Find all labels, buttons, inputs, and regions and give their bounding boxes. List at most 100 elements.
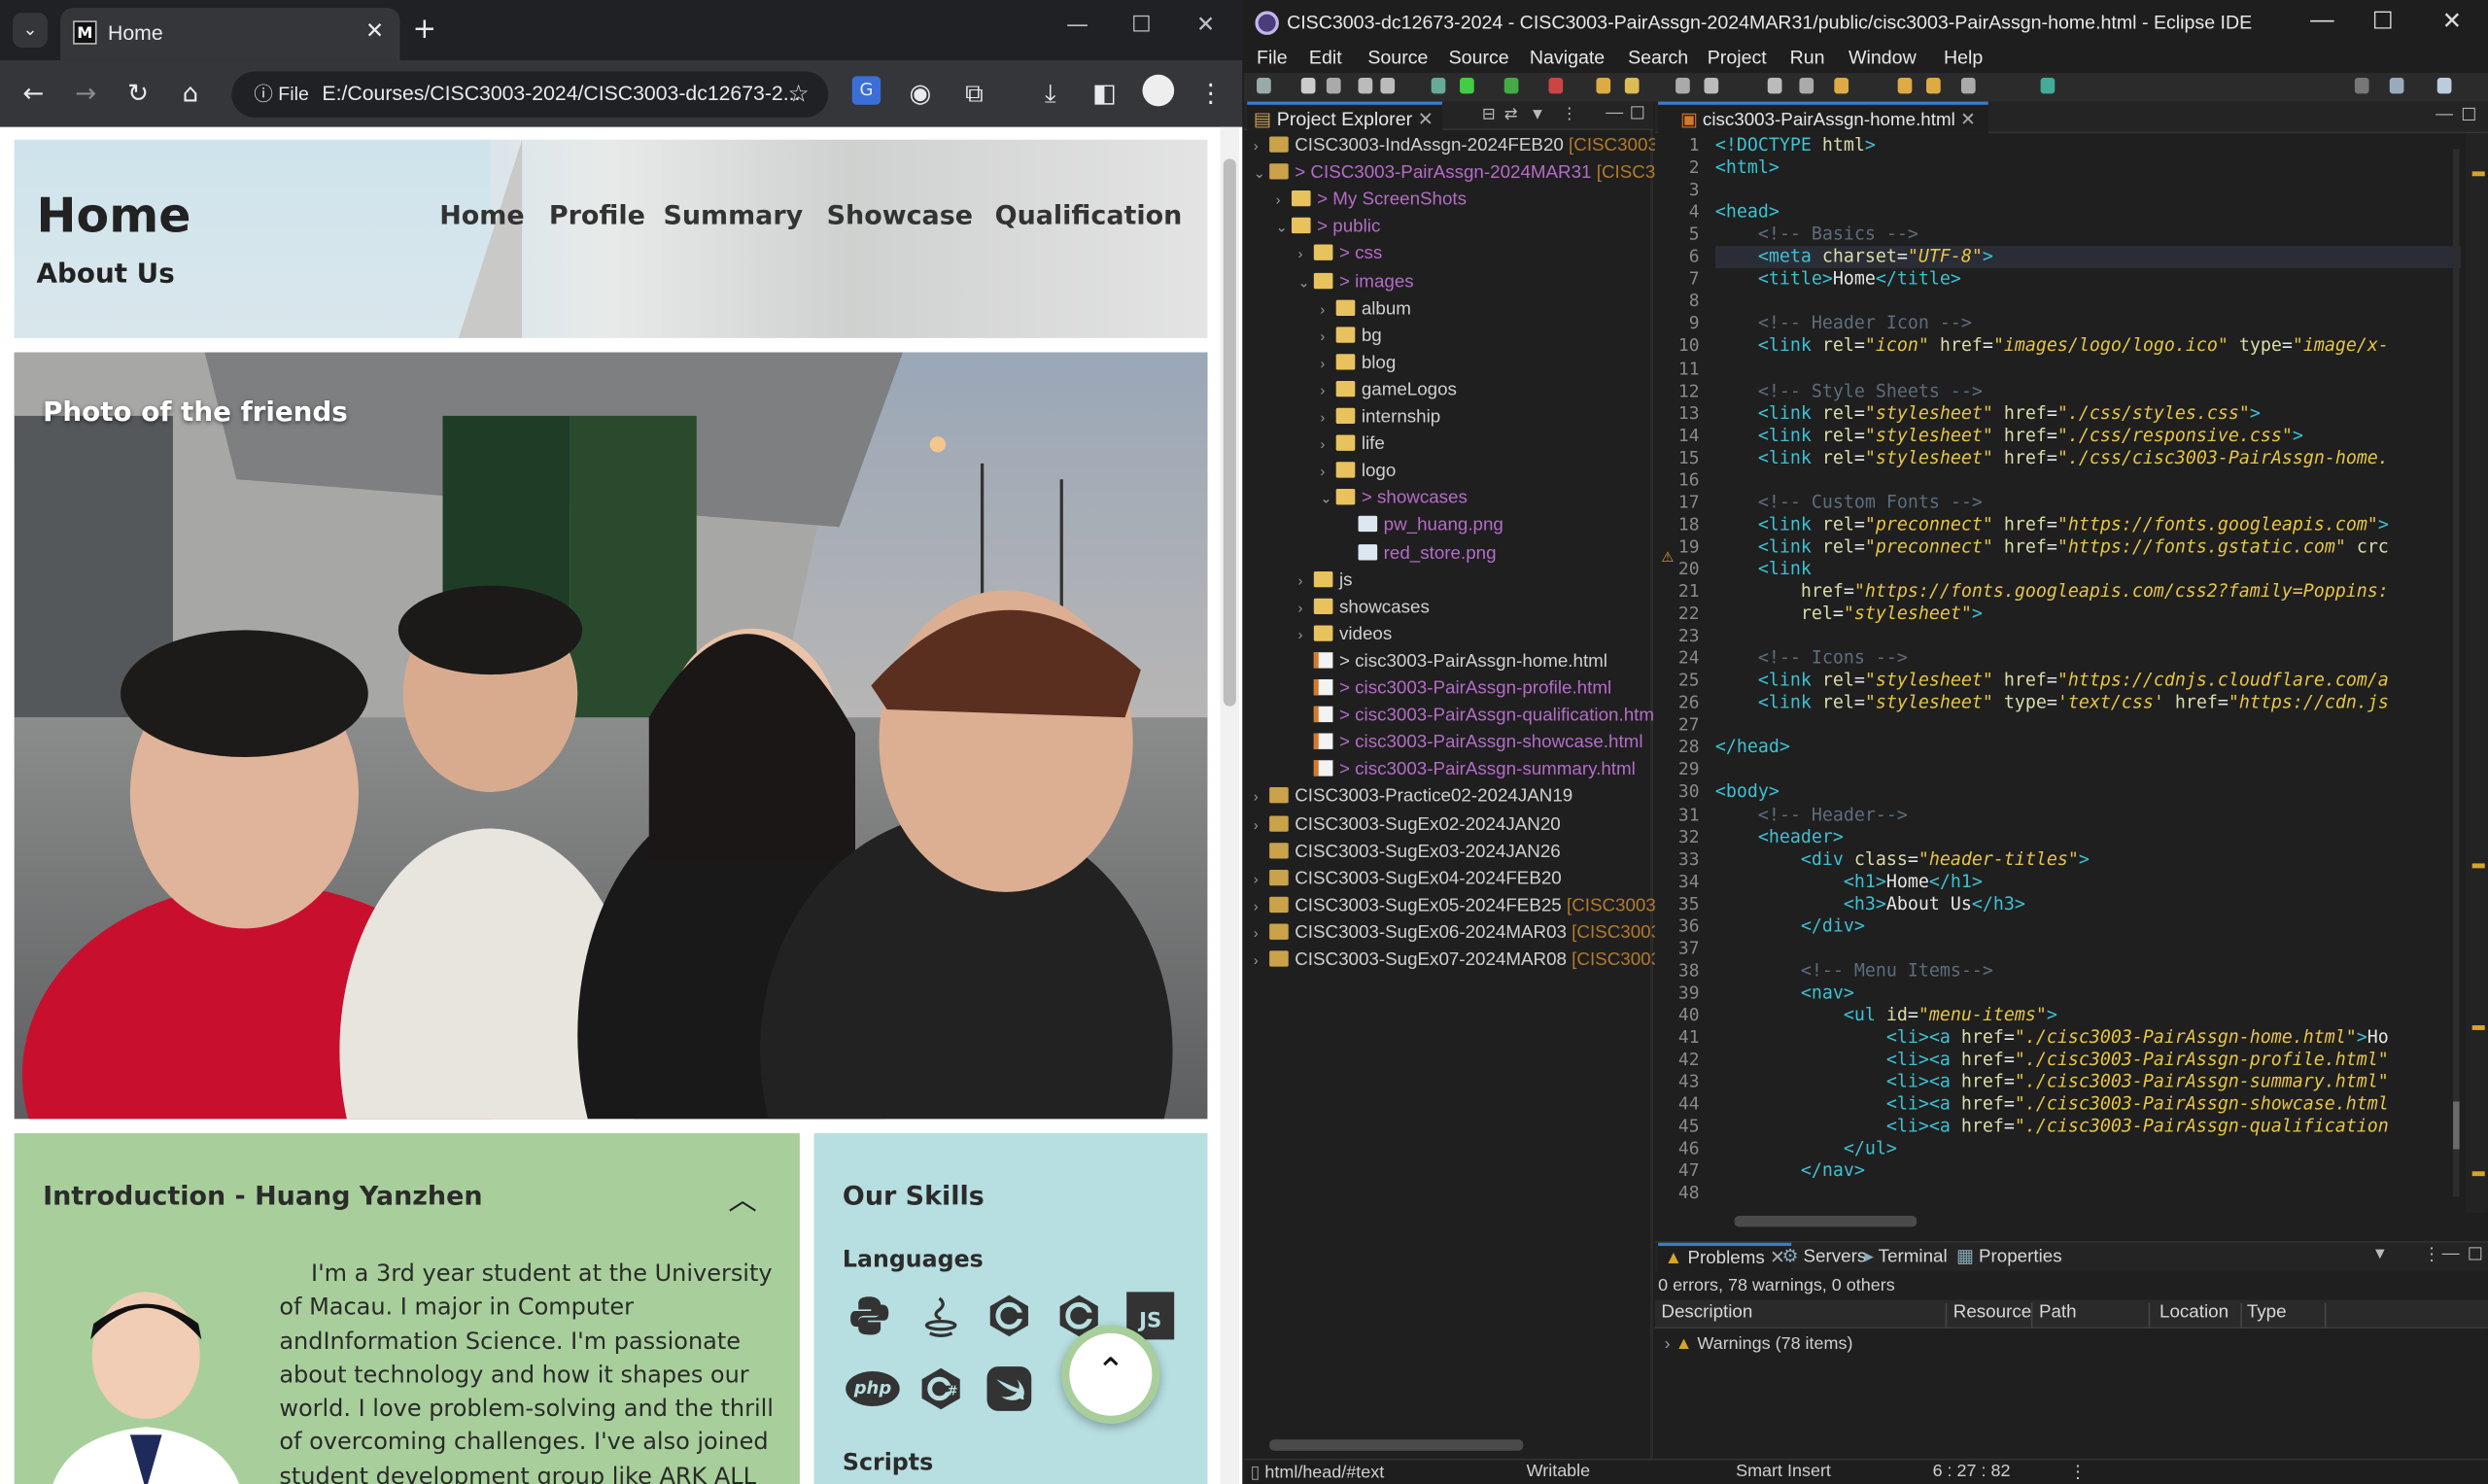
tab-search-icon[interactable]: ⌄ xyxy=(13,13,48,48)
code-line[interactable] xyxy=(1715,1183,2461,1205)
minimize-icon[interactable]: — xyxy=(1066,13,1088,38)
tree-hscroll[interactable] xyxy=(1269,1439,1524,1451)
chevron-right-icon[interactable]: › xyxy=(1320,404,1335,431)
tree-item[interactable]: › showcases xyxy=(1298,595,1430,622)
code-line[interactable]: <link rel="icon" href="images/logo/logo.… xyxy=(1715,335,2461,358)
code-area[interactable]: <!DOCTYPE html> <html> <head> <!-- Basics … xyxy=(1714,133,2462,1213)
nav-profile[interactable]: Profile xyxy=(549,200,645,230)
code-line[interactable]: <link rel="stylesheet" href="./css/respo… xyxy=(1715,425,2461,447)
code-line[interactable]: <h3>About Us</h3> xyxy=(1715,893,2461,915)
code-line[interactable]: <nav> xyxy=(1715,983,2461,1005)
open-type-icon[interactable] xyxy=(1596,78,1611,94)
chevron-down-icon[interactable]: ⌄ xyxy=(1276,215,1292,242)
stop-icon[interactable] xyxy=(1548,78,1564,94)
page-scrollbar[interactable] xyxy=(1220,126,1240,1484)
code-line[interactable]: <!-- Style Sheets --> xyxy=(1715,380,2461,402)
tree-item[interactable]: › CISC3003-SugEx07-2024MAR08 [CISC3003-20 xyxy=(1254,948,1687,975)
code-line[interactable]: <link rel="preconnect" href="https://fon… xyxy=(1715,536,2461,559)
home-icon[interactable]: ⌂ xyxy=(175,78,207,108)
url-text[interactable]: E:/Courses/CISC3003-2024/CISC3003-dc1267… xyxy=(322,81,800,104)
code-line[interactable]: <head> xyxy=(1715,202,2461,224)
minimize-icon[interactable]: — xyxy=(2310,7,2333,34)
tree-item[interactable]: › internship xyxy=(1320,404,1440,431)
tree-item[interactable]: CISC3003-SugEx03-2024JAN26 xyxy=(1254,839,1561,866)
perspective-icon[interactable] xyxy=(2389,78,2404,94)
chevron-right-icon[interactable]: › xyxy=(1254,866,1269,893)
tree-item[interactable]: pw_huang.png xyxy=(1342,513,1503,540)
close-window-icon[interactable]: ✕ xyxy=(2442,7,2463,35)
translate-icon[interactable]: G xyxy=(851,76,881,105)
extensions-icon[interactable]: ⧉ xyxy=(958,78,990,110)
editor-tab[interactable]: ▣ cisc3003-PairAssgn-home.html ✕ xyxy=(1658,101,1988,134)
code-line[interactable]: <h1>Home</h1> xyxy=(1715,871,2461,893)
menu-run[interactable]: Run xyxy=(1790,46,1825,68)
chevron-down-icon[interactable]: ⌄ xyxy=(1320,486,1335,513)
column-resource[interactable]: Resource xyxy=(1953,1302,2033,1329)
warnings-group-row[interactable]: › ▲ Warnings (78 items) xyxy=(1665,1334,1853,1354)
code-line[interactable]: <!-- Custom Fonts --> xyxy=(1715,492,2461,514)
minimize-icon[interactable]: — xyxy=(2442,1244,2460,1263)
tree-item[interactable]: › bg xyxy=(1320,324,1382,351)
code-line[interactable]: <!-- Header--> xyxy=(1715,804,2461,826)
redo-icon[interactable] xyxy=(1380,78,1396,94)
web-perspective-icon[interactable] xyxy=(2436,78,2452,94)
code-line[interactable]: <!-- Icons --> xyxy=(1715,648,2461,671)
star-icon[interactable]: ☆ xyxy=(788,80,810,108)
run-icon[interactable] xyxy=(1460,78,1474,94)
code-line[interactable] xyxy=(1715,358,2461,380)
save-all-icon[interactable] xyxy=(1326,78,1341,94)
tree-item[interactable]: › videos xyxy=(1298,622,1392,649)
chevron-right-icon[interactable]: › xyxy=(1276,188,1292,215)
last-edit-icon[interactable] xyxy=(1960,78,1976,94)
code-line[interactable] xyxy=(1715,291,2461,313)
code-line[interactable]: <!DOCTYPE html> xyxy=(1715,135,2461,157)
code-line[interactable]: </head> xyxy=(1715,737,2461,759)
code-line[interactable] xyxy=(1715,180,2461,202)
chevron-right-icon[interactable]: › xyxy=(1320,351,1335,378)
tree-item[interactable]: red_store.png xyxy=(1342,540,1497,568)
sidebar-icon[interactable]: ◧ xyxy=(1088,78,1121,108)
chevron-right-icon[interactable]: › xyxy=(1320,431,1335,459)
code-line[interactable] xyxy=(1715,938,2461,960)
code-line[interactable]: <li><a href="./cisc3003-PairAssgn-showca… xyxy=(1715,1093,2461,1116)
tree-item[interactable]: › js xyxy=(1298,568,1353,595)
code-line[interactable] xyxy=(1715,626,2461,648)
tree-item[interactable]: ⌄ > showcases xyxy=(1320,486,1468,513)
chevron-right-icon[interactable]: › xyxy=(1254,893,1269,920)
editor-hscroll[interactable] xyxy=(1734,1216,1918,1227)
menu-project[interactable]: Project xyxy=(1708,46,1767,68)
menu-navigate[interactable]: Navigate xyxy=(1530,46,1605,68)
reload-icon[interactable]: ↻ xyxy=(122,78,155,108)
maximize-icon[interactable]: ☐ xyxy=(2372,7,2394,35)
close-icon[interactable]: ✕ xyxy=(365,19,384,45)
chevron-right-icon[interactable]: › xyxy=(1320,296,1335,324)
tab-terminal[interactable]: ▸ Terminal xyxy=(1864,1244,1947,1271)
debug-icon[interactable] xyxy=(1431,78,1446,94)
open-task-icon[interactable] xyxy=(1624,78,1640,94)
chevron-right-icon[interactable]: › xyxy=(1254,811,1269,839)
code-line[interactable]: <!-- Header Icon --> xyxy=(1715,313,2461,335)
ruler-warning-mark[interactable] xyxy=(2471,1025,2485,1030)
forward-icon[interactable]: → xyxy=(70,78,102,108)
collapse-all-icon[interactable]: ⊟ xyxy=(1482,106,1496,123)
code-line[interactable]: <link rel="stylesheet" type='text/css' h… xyxy=(1715,692,2461,714)
search-icon[interactable] xyxy=(1676,78,1690,94)
download-icon[interactable]: ⤓ xyxy=(1034,78,1066,110)
minimize-icon[interactable]: — xyxy=(2436,105,2453,124)
nav-showcase[interactable]: Showcase xyxy=(827,200,973,230)
code-line[interactable]: <title>Home</title> xyxy=(1715,268,2461,291)
save-icon[interactable] xyxy=(1300,78,1316,94)
column-path[interactable]: Path xyxy=(2039,1302,2151,1329)
tab-properties[interactable]: ▦ Properties xyxy=(1956,1244,2062,1271)
code-line[interactable]: <li><a href="./cisc3003-PairAssgn-home.h… xyxy=(1715,1027,2461,1050)
view-menu-icon[interactable]: ⋮ xyxy=(1562,106,1577,123)
maximize-icon[interactable]: ☐ xyxy=(1630,103,1645,124)
tree-item[interactable]: ⌄ > public xyxy=(1276,215,1380,242)
close-window-icon[interactable]: ✕ xyxy=(1196,13,1215,38)
ruler-warning-mark[interactable] xyxy=(2471,1171,2485,1177)
tree-item[interactable]: ⌄ > CISC3003-PairAssgn-2024MAR31 [CISC300… xyxy=(1254,160,1686,188)
tree-item[interactable]: > cisc3003-PairAssgn-home.html xyxy=(1298,649,1607,676)
tree-item[interactable]: › album xyxy=(1320,296,1411,324)
next-annotation-icon[interactable] xyxy=(1799,78,1814,94)
menu-search[interactable]: Search xyxy=(1628,46,1688,68)
